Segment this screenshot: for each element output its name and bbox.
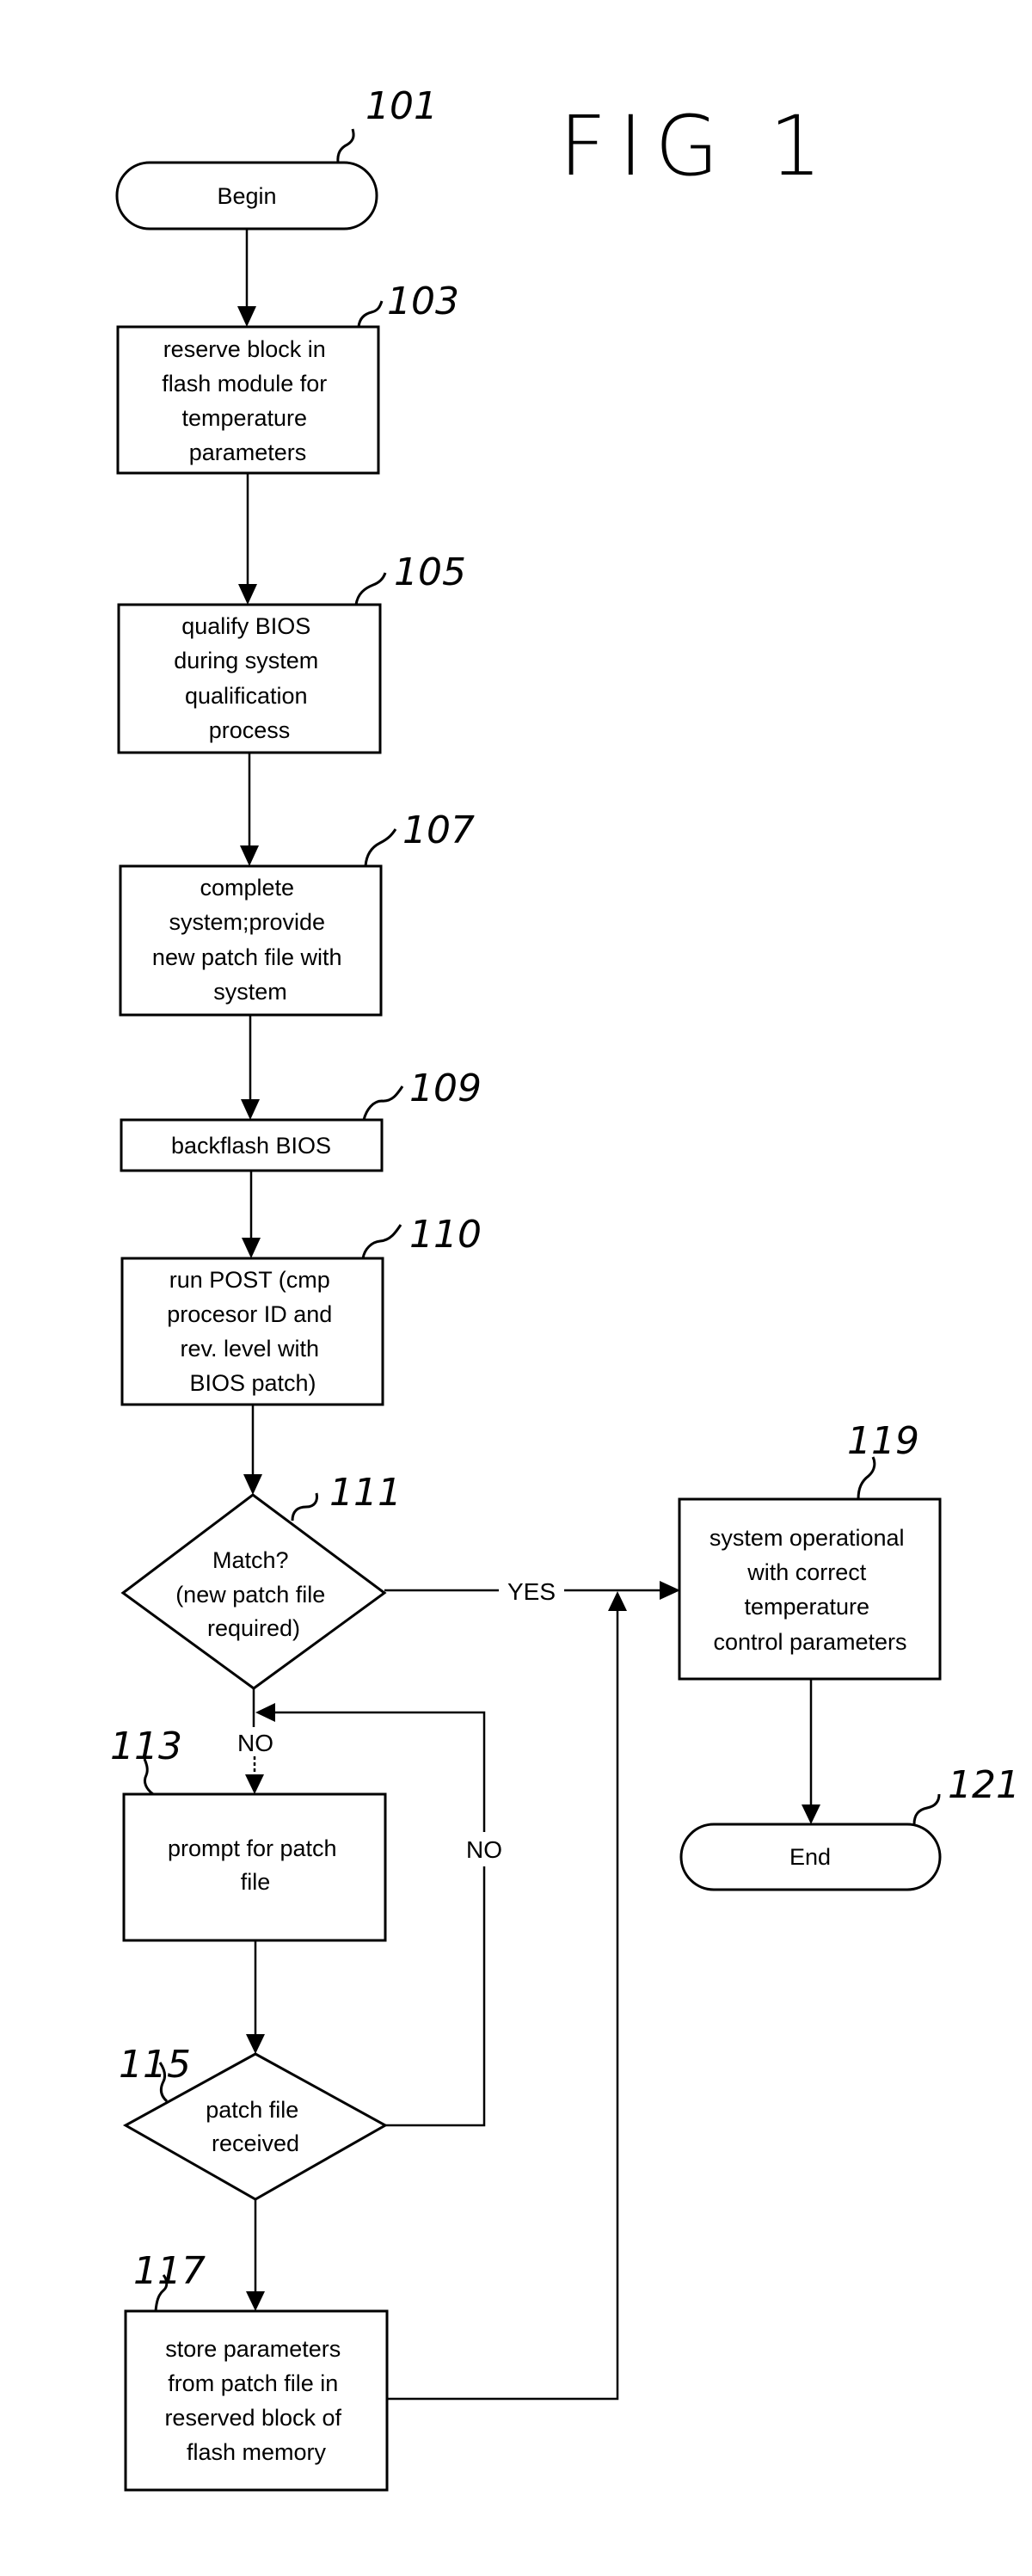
node-text-line: qualification <box>185 683 308 709</box>
node-105-qualify-bios: qualify BIOS during system qualification… <box>117 603 382 754</box>
node-text-line: patch file <box>206 2097 298 2123</box>
node-text-line: BIOS patch) <box>189 1370 316 1396</box>
ref-numeral: 121 <box>948 1763 1020 1807</box>
ref-109: 109 <box>362 1067 482 1121</box>
node-text-line: from patch file in <box>168 2370 338 2396</box>
node-text-line: control parameters <box>713 1629 906 1655</box>
node-text-line: run POST (cmp <box>169 1267 330 1293</box>
edge-103-105 <box>238 473 257 605</box>
node-text-line: with correct <box>746 1559 867 1585</box>
node-text-line: rev. level with <box>180 1336 319 1362</box>
node-117-store-parameters: store parameters from patch file in rese… <box>124 2309 389 2492</box>
ref-numeral: 111 <box>329 1471 402 1515</box>
node-text-line: procesor ID and <box>167 1301 332 1327</box>
svg-text:backflash BIOS: backflash BIOS <box>171 1133 331 1159</box>
ref-numeral: 113 <box>110 1725 182 1768</box>
node-text-line: required) <box>207 1615 300 1641</box>
ref-numeral: 103 <box>387 280 459 323</box>
node-text-line: system <box>213 979 287 1005</box>
node-text-line: file <box>241 1869 271 1895</box>
node-text-line: Match? <box>212 1547 289 1573</box>
node-121-end: End <box>679 1823 942 1891</box>
ref-numeral: 105 <box>394 550 466 594</box>
node-text-line: End <box>789 1844 831 1870</box>
node-109-backflash-bios: backflash BIOS <box>120 1118 384 1172</box>
node-text-line: backflash BIOS <box>171 1133 331 1159</box>
node-text-line: parameters <box>189 440 307 465</box>
ref-numeral: 117 <box>133 2249 206 2293</box>
node-text-line: qualify BIOS <box>181 613 310 639</box>
node-text-line: process <box>209 717 291 743</box>
svg-text:Begin: Begin <box>217 183 276 209</box>
node-text-line: Begin <box>217 183 276 209</box>
node-101-begin: Begin <box>115 161 378 231</box>
node-text-line: complete <box>200 875 294 901</box>
edge-113-115 <box>246 1940 265 2054</box>
edge-115-117 <box>246 2199 265 2311</box>
edge-label-yes: YES <box>507 1578 556 1605</box>
node-text-line: temperature <box>181 405 307 431</box>
node-text-line: reserve block in <box>163 336 326 362</box>
ref-105: 105 <box>354 550 466 606</box>
figure-title: FIG 1 <box>559 98 834 194</box>
ref-numeral: 109 <box>409 1067 482 1110</box>
ref-111: 111 <box>291 1471 402 1522</box>
node-text-line: new patch file with <box>152 944 342 970</box>
node-111-match-decision: Match? (new patch file required) <box>120 1493 387 1690</box>
node-119-system-operational: system operational with correct temperat… <box>678 1497 942 1681</box>
node-text-line: received <box>212 2130 299 2156</box>
node-text-line: flash memory <box>187 2439 327 2465</box>
ref-numeral: 107 <box>402 808 475 852</box>
edge-101-103 <box>237 229 256 327</box>
node-110-run-post: run POST (cmp procesor ID and rev. level… <box>120 1257 384 1406</box>
svg-text:End: End <box>789 1844 831 1870</box>
node-107-complete-system: complete system;provide new patch file w… <box>119 864 383 1017</box>
ref-107: 107 <box>364 808 475 867</box>
edge-107-109 <box>241 1015 260 1120</box>
ref-101: 101 <box>336 84 438 163</box>
node-text-line: temperature <box>744 1594 869 1620</box>
ref-121: 121 <box>912 1763 1020 1825</box>
ref-numeral: 101 <box>366 84 438 128</box>
node-text-line: system;provide <box>169 909 325 935</box>
node-text-line: flash module for <box>162 371 327 397</box>
ref-numeral: 110 <box>409 1213 482 1257</box>
node-text-line: store parameters <box>165 2336 341 2362</box>
ref-119: 119 <box>847 1419 919 1500</box>
node-text-line: reserved block of <box>164 2405 341 2431</box>
node-text-line: during system <box>174 648 318 673</box>
node-text-line: system operational <box>710 1525 905 1551</box>
flowchart: FIG 1 YES NO NO Begin reserve block in f… <box>110 84 1020 2492</box>
edge-119-121 <box>802 1679 820 1824</box>
ref-110: 110 <box>361 1213 482 1259</box>
ref-113: 113 <box>110 1725 182 1796</box>
node-text-line: prompt for patch <box>168 1835 337 1861</box>
edge-label-no-main: NO <box>237 1730 273 1756</box>
node-113-prompt-patch: prompt for patch file <box>122 1792 387 1942</box>
edge-105-107 <box>240 753 259 866</box>
ref-115: 115 <box>119 2043 191 2103</box>
ref-103: 103 <box>357 280 459 328</box>
ref-117: 117 <box>133 2249 206 2312</box>
edge-label-no-loop: NO <box>466 1836 502 1863</box>
node-text-line: (new patch file <box>175 1582 325 1608</box>
edge-109-110 <box>242 1171 261 1258</box>
edge-110-111 <box>243 1405 262 1495</box>
ref-numeral: 115 <box>119 2043 191 2087</box>
ref-numeral: 119 <box>847 1419 919 1463</box>
node-103-reserve-block: reserve block in flash module for temper… <box>116 325 380 475</box>
